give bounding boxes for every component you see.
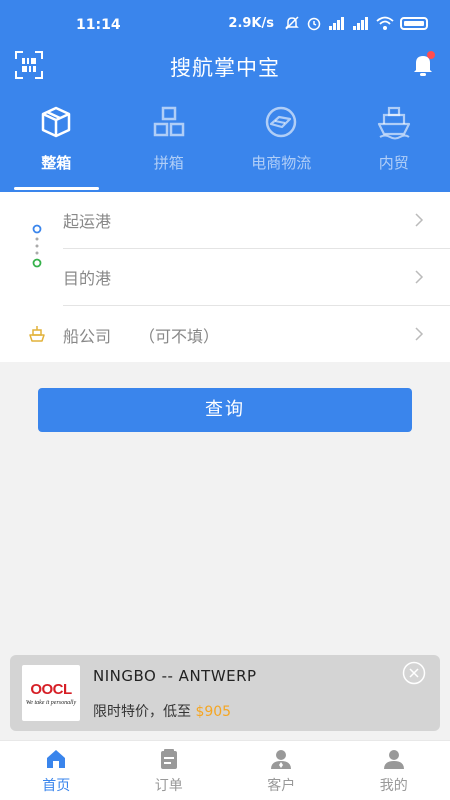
route-dots-icon	[32, 224, 42, 268]
search-form: 起运港 目的港 船公司 （可不填）	[0, 192, 450, 362]
origin-port-placeholder: 起运港	[63, 212, 112, 231]
nav-label: 订单	[154, 778, 183, 794]
grid-icon	[153, 106, 184, 137]
logo-slogan: We take it personally	[25, 700, 77, 706]
nav-customers[interactable]: 客户	[225, 741, 338, 800]
ship-icon	[377, 106, 410, 140]
order-icon	[160, 749, 177, 769]
battery-icon	[400, 16, 428, 30]
chevron-right-icon	[415, 270, 424, 284]
tab-domestic[interactable]: 内贸	[338, 104, 450, 192]
nav-label: 首页	[42, 778, 71, 794]
profile-icon	[383, 750, 404, 769]
tab-label: 内贸	[378, 154, 409, 172]
close-icon[interactable]	[402, 661, 426, 685]
home-icon	[47, 750, 66, 768]
logo-text: OOCL	[30, 681, 72, 698]
title-bar: 搜航掌中宝	[0, 48, 450, 86]
carrier-hint: （可不填）	[139, 326, 220, 346]
carrier-icon	[29, 326, 45, 342]
app-header: 11:14 2.9K/s 搜航掌中宝 整箱 拼箱 电商物流 内贸	[0, 0, 450, 192]
origin-port-field[interactable]: 起运港	[63, 192, 450, 249]
destination-port-field[interactable]: 目的港	[63, 249, 450, 306]
tab-lcl[interactable]: 拼箱	[113, 104, 226, 192]
bottom-nav: 首页 订单 客户 我的	[0, 740, 450, 800]
wifi-icon	[376, 16, 394, 30]
nav-profile[interactable]: 我的	[338, 741, 450, 800]
status-time: 11:14	[76, 17, 121, 33]
tab-label: 拼箱	[153, 154, 184, 172]
tab-ecommerce[interactable]: 电商物流	[225, 104, 338, 192]
carrier-logo: OOCL We take it personally	[22, 665, 80, 721]
box-icon	[42, 106, 71, 138]
promo-price: $905	[195, 704, 232, 720]
alarm-icon	[307, 17, 321, 31]
promo-route: NINGBO -- ANTWERP	[93, 667, 257, 685]
destination-port-placeholder: 目的港	[63, 269, 112, 288]
nav-orders[interactable]: 订单	[113, 741, 226, 800]
chevron-right-icon	[415, 213, 424, 227]
status-icons: 2.9K/s	[228, 15, 428, 31]
signal-icon	[329, 17, 344, 30]
network-speed: 2.9K/s	[228, 15, 274, 31]
bell-icon[interactable]	[412, 51, 436, 77]
status-bar: 11:14 2.9K/s	[0, 0, 450, 50]
customer-icon	[271, 750, 292, 769]
mode-tabs: 整箱 拼箱 电商物流 内贸	[0, 104, 450, 192]
price-prefix: 限时特价，低至	[93, 704, 191, 720]
carrier-field[interactable]: 船公司 （可不填）	[63, 306, 450, 363]
tab-label: 整箱	[41, 154, 72, 172]
nav-home[interactable]: 首页	[0, 741, 113, 800]
tab-fcl[interactable]: 整箱	[0, 104, 113, 192]
nav-label: 客户	[267, 778, 296, 794]
query-button[interactable]: 查询	[38, 388, 412, 432]
carrier-placeholder: 船公司	[63, 326, 112, 346]
signal-icon-2	[353, 17, 368, 30]
promo-price-line: 限时特价，低至 $905	[93, 701, 231, 721]
mute-icon	[285, 16, 299, 30]
nav-label: 我的	[379, 778, 408, 794]
chevron-right-icon	[415, 327, 424, 341]
parcel-icon	[266, 106, 297, 138]
tab-label: 电商物流	[251, 154, 312, 172]
promo-banner[interactable]: OOCL We take it personally NINGBO -- ANT…	[10, 655, 440, 731]
page-title: 搜航掌中宝	[170, 56, 280, 80]
